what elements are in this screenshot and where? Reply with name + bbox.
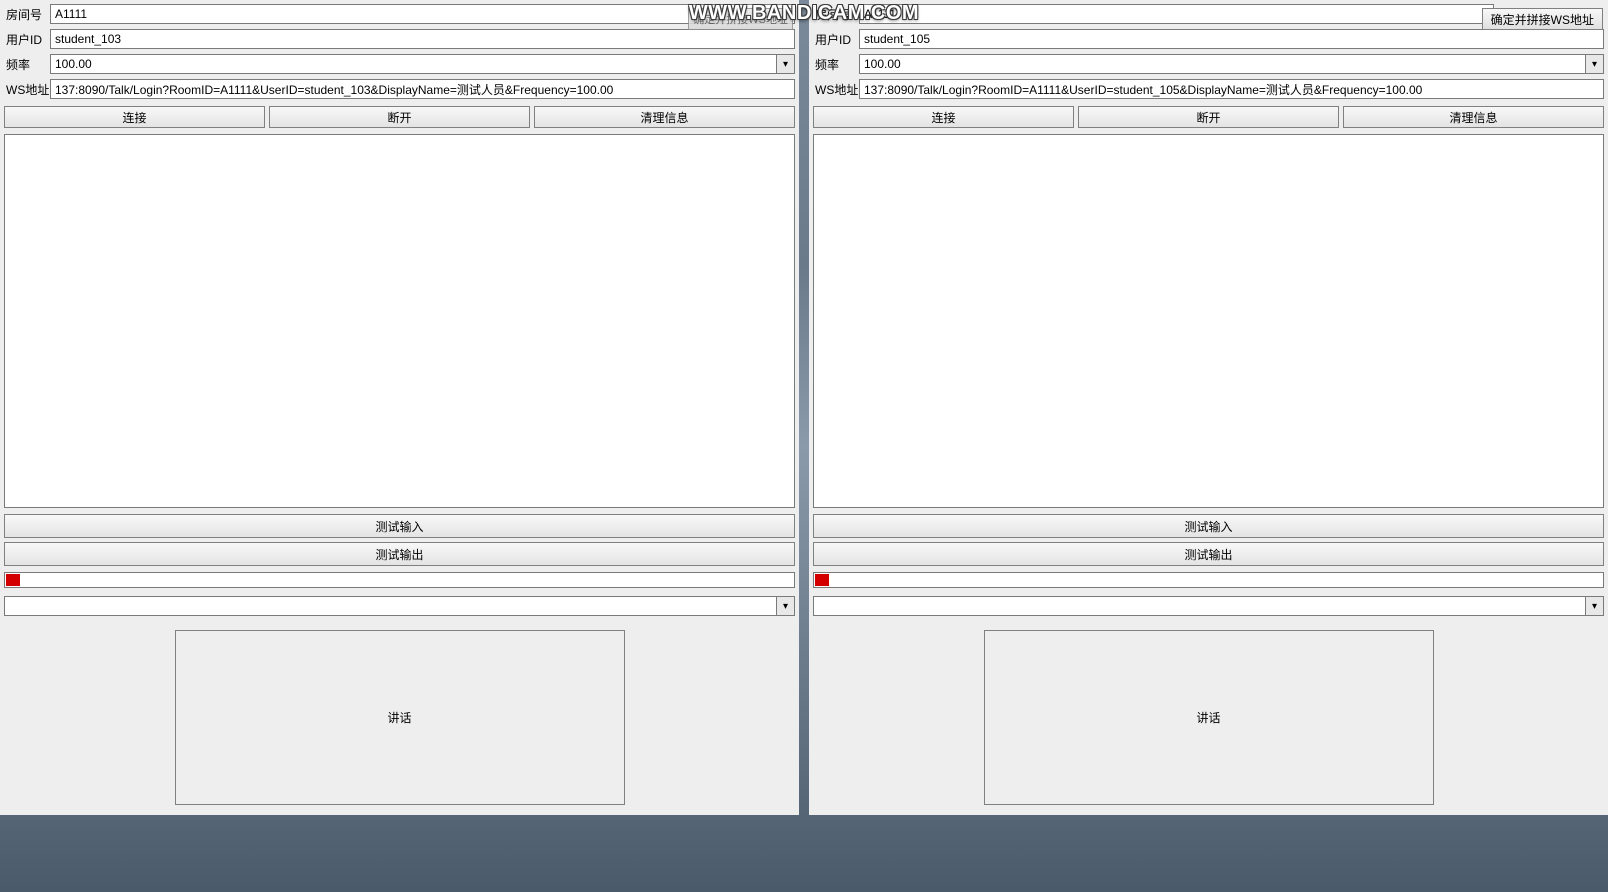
device-input[interactable] xyxy=(4,596,777,616)
confirm-ws-button[interactable]: 确定并拼接WS地址 xyxy=(1482,8,1603,30)
connect-button[interactable]: 连接 xyxy=(813,106,1074,128)
clear-button[interactable]: 清理信息 xyxy=(1343,106,1604,128)
ws-label: WS地址 xyxy=(4,81,50,98)
action-button-row: 连接 断开 清理信息 xyxy=(0,102,799,132)
ws-input[interactable] xyxy=(859,79,1604,99)
talk-button[interactable]: 讲话 xyxy=(175,630,625,805)
level-fill xyxy=(815,574,829,586)
user-input[interactable] xyxy=(859,29,1604,49)
room-input[interactable] xyxy=(859,4,1494,24)
chevron-down-icon[interactable] xyxy=(777,596,795,616)
freq-dropdown[interactable] xyxy=(50,54,795,74)
device-input[interactable] xyxy=(813,596,1586,616)
disconnect-button[interactable]: 断开 xyxy=(269,106,530,128)
test-input-button[interactable]: 测试输入 xyxy=(4,514,795,538)
connect-button[interactable]: 连接 xyxy=(4,106,265,128)
freq-dropdown[interactable] xyxy=(859,54,1604,74)
level-fill xyxy=(6,574,20,586)
talk-label: 讲话 xyxy=(1196,709,1220,726)
log-textarea[interactable] xyxy=(4,134,795,508)
test-input-button[interactable]: 测试输入 xyxy=(813,514,1604,538)
clear-button[interactable]: 清理信息 xyxy=(534,106,795,128)
user-label: 用户ID xyxy=(4,31,50,48)
desktop: 确定并拼接WS地址 房间号 用户ID 频率 WS地址 xyxy=(0,0,1608,892)
ws-input[interactable] xyxy=(50,79,795,99)
freq-label: 频率 xyxy=(4,56,50,73)
test-output-button[interactable]: 测试输出 xyxy=(813,542,1604,566)
confirm-ws-button[interactable]: 确定并拼接WS地址 xyxy=(688,8,793,30)
disconnect-button[interactable]: 断开 xyxy=(1078,106,1339,128)
room-input[interactable] xyxy=(50,4,795,24)
test-output-button[interactable]: 测试输出 xyxy=(4,542,795,566)
action-button-row: 连接 断开 清理信息 xyxy=(809,102,1608,132)
ws-label: WS地址 xyxy=(813,81,859,98)
level-meter xyxy=(4,572,795,588)
device-dropdown[interactable] xyxy=(4,596,795,616)
chevron-down-icon[interactable] xyxy=(1586,54,1604,74)
user-input[interactable] xyxy=(50,29,795,49)
freq-label: 频率 xyxy=(813,56,859,73)
chevron-down-icon[interactable] xyxy=(1586,596,1604,616)
freq-input[interactable] xyxy=(859,54,1586,74)
user-label: 用户ID xyxy=(813,31,859,48)
left-client-window: 确定并拼接WS地址 房间号 用户ID 频率 WS地址 xyxy=(0,0,799,815)
right-client-window: 确定并拼接WS地址 房间号 用户ID 频率 WS地址 xyxy=(809,0,1608,815)
room-label: 房间号 xyxy=(4,6,50,23)
log-textarea[interactable] xyxy=(813,134,1604,508)
chevron-down-icon[interactable] xyxy=(777,54,795,74)
device-dropdown[interactable] xyxy=(813,596,1604,616)
level-meter xyxy=(813,572,1604,588)
freq-input[interactable] xyxy=(50,54,777,74)
room-label: 房间号 xyxy=(813,6,859,23)
talk-label: 讲话 xyxy=(387,709,411,726)
talk-button[interactable]: 讲话 xyxy=(984,630,1434,805)
